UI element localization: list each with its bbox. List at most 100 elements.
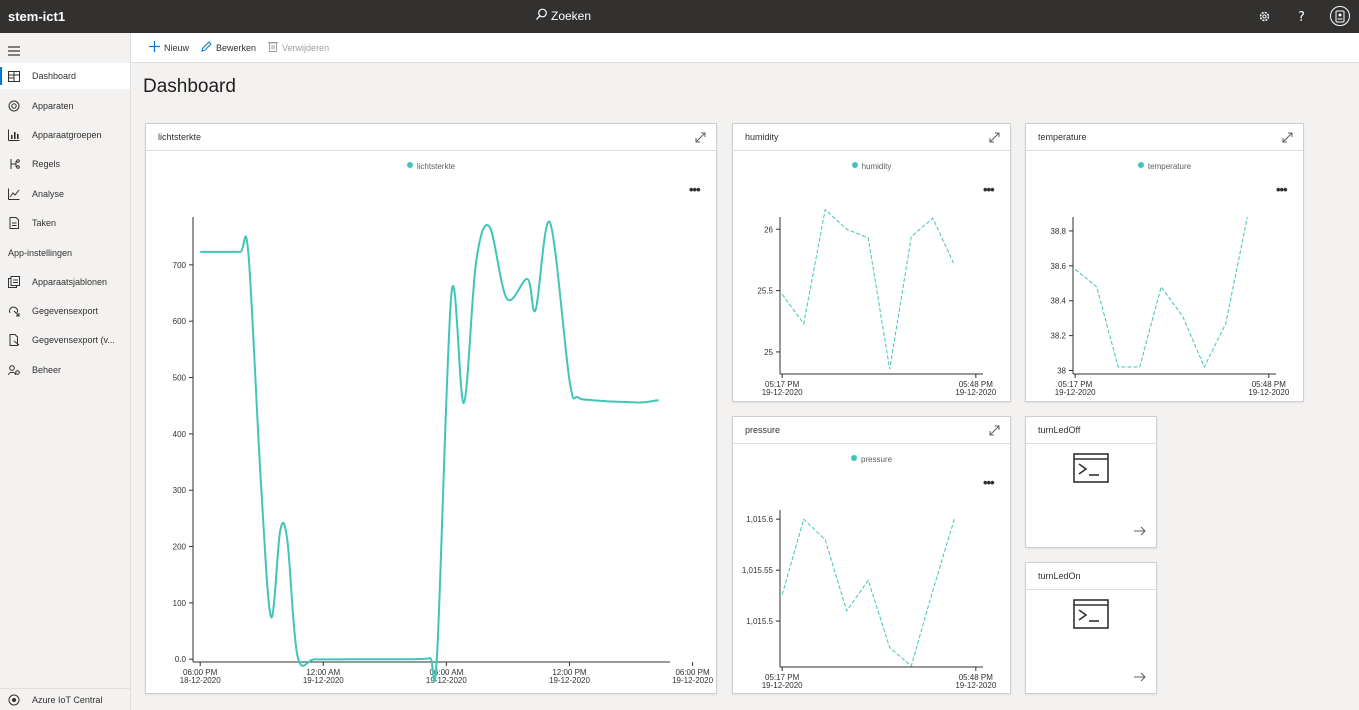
y-tick-label: 26: [764, 225, 773, 234]
command-toolbar: Nieuw Bewerken Verwijderen: [131, 33, 1359, 63]
y-tick-label: 25.5: [757, 287, 773, 296]
tile-title: turnLedOff: [1038, 425, 1081, 435]
x-tick-label: 19-12-2020: [762, 681, 803, 690]
sidebar-item-apparaatsjablonen[interactable]: Apparaatsjablonen: [0, 269, 130, 295]
sidebar-item-label: Regels: [32, 159, 61, 169]
y-tick-label: 0.0: [175, 655, 187, 664]
settings-section-header: App-instellingen: [8, 248, 73, 258]
delete-button[interactable]: Verwijderen: [268, 41, 329, 54]
y-tick-label: 1,015.55: [742, 566, 774, 575]
tile-title: turnLedOn: [1038, 571, 1081, 581]
tile-turnledoff[interactable]: turnLedOff: [1025, 416, 1157, 548]
sidebar-item-gegevensexport[interactable]: Gegevensexport: [0, 298, 130, 324]
x-tick-label: 19-12-2020: [303, 676, 344, 685]
trash-icon: [268, 41, 279, 54]
edit-button-label: Bewerken: [216, 42, 257, 53]
y-tick-label: 38: [1057, 367, 1066, 376]
chart-humidity: 2525.52605:17 PM19-12-202005:48 PM19-12-…: [757, 208, 997, 397]
sidebar-item-beheer[interactable]: Beheer: [0, 357, 130, 383]
top-bar: stem-ict1 Zoeken ?: [0, 0, 1359, 33]
tile-title: pressure: [745, 425, 781, 435]
settings-icon[interactable]: [1253, 5, 1275, 27]
x-tick-label: 19-12-2020: [762, 388, 803, 397]
sidebar-item-regels[interactable]: Regels: [0, 151, 130, 177]
jobs-icon: [7, 216, 21, 230]
search-label: Zoeken: [551, 9, 592, 23]
search-icon: [535, 8, 548, 24]
command-icon: [1073, 599, 1109, 634]
expand-icon[interactable]: [695, 130, 706, 148]
export-icon: [7, 304, 21, 318]
tile-temperature: temperature temperature ••• 38 38.2 38.4 38…: [1025, 123, 1304, 402]
x-tick-label: 19-12-2020: [955, 681, 996, 690]
y-tick-label: 300: [173, 486, 187, 495]
y-tick-label: 38.4: [1050, 297, 1066, 306]
tile-pressure: pressure pressure ••• 1,015.5 1,015.55 1,0…: [732, 416, 1011, 694]
sidebar-item-dashboard[interactable]: Dashboard: [0, 63, 130, 89]
azure-iot-central-icon: [7, 693, 21, 707]
page-title: Dashboard: [143, 76, 236, 97]
sidebar-item-label: Apparaatsjablonen: [32, 277, 108, 287]
y-tick-label: 38.8: [1050, 227, 1066, 236]
new-button-label: Nieuw: [164, 42, 190, 53]
x-tick-label: 19-12-2020: [426, 676, 467, 685]
sidebar-item-apparaten[interactable]: Apparaten: [0, 93, 130, 119]
analytics-icon: [7, 187, 21, 201]
y-tick-label: 100: [173, 599, 187, 608]
series-line-lichtsterkte: [200, 220, 659, 683]
sidebar-item-label: Apparaatgroepen: [32, 130, 102, 140]
tile-humidity: humidity humidity ••• 25 25.5 26 05:17 PM 19…: [732, 123, 1011, 402]
delete-button-label: Verwijderen: [282, 42, 330, 53]
expand-icon[interactable]: [1282, 130, 1293, 148]
x-tick-label: 19-12-2020: [672, 676, 713, 685]
x-tick-label: 18-12-2020: [180, 676, 221, 685]
pencil-icon: [201, 41, 212, 54]
chart-temperature: 3838.238.438.638.805:17 PM19-12-202005:4…: [1050, 216, 1290, 397]
sidebar-item-gegevensexport-legacy[interactable]: Gegevensexport (v...: [0, 327, 130, 353]
run-arrow-icon[interactable]: [1134, 523, 1146, 541]
x-tick-label: 19-12-2020: [549, 676, 590, 685]
search-button[interactable]: Zoeken: [535, 8, 591, 24]
sidebar-item-label: Analyse: [32, 189, 65, 199]
new-button[interactable]: Nieuw: [149, 41, 189, 54]
hamburger-menu-icon[interactable]: [8, 43, 20, 61]
expand-icon[interactable]: [989, 423, 1000, 441]
y-tick-label: 1,015.5: [746, 617, 773, 626]
run-arrow-icon[interactable]: [1134, 669, 1146, 687]
y-tick-label: 38.6: [1050, 262, 1066, 271]
plus-icon: [149, 41, 160, 54]
y-tick-label: 200: [173, 543, 187, 552]
y-tick-label: 600: [173, 317, 187, 326]
x-tick-label: 19-12-2020: [1248, 388, 1289, 397]
sidebar-item-label: Beheer: [32, 365, 62, 375]
y-tick-label: 700: [173, 261, 187, 270]
edit-button[interactable]: Bewerken: [201, 41, 256, 54]
tile-lichtsterkte: lichtsterkte lichtsterkte ••• 0.0 100 200 3…: [145, 123, 717, 694]
azure-iot-central-link[interactable]: Azure IoT Central: [0, 688, 130, 710]
sidebar-item-taken[interactable]: Taken: [0, 210, 130, 236]
device-groups-icon: [7, 128, 21, 142]
sidebar-item-label: Dashboard: [32, 71, 77, 81]
tile-turnledon[interactable]: turnLedOn: [1025, 562, 1157, 694]
help-icon[interactable]: ?: [1291, 5, 1313, 27]
sidebar-bottom-label: Azure IoT Central: [32, 694, 103, 705]
y-tick-label: 1,015.6: [746, 515, 773, 524]
sidebar-item-label: Taken: [32, 218, 57, 228]
expand-icon[interactable]: [989, 130, 1000, 148]
sidebar-item-analyse[interactable]: Analyse: [0, 181, 130, 207]
dashboard-icon: [7, 69, 21, 83]
tile-title: lichtsterkte: [158, 132, 202, 142]
sidebar-item-apparaatgroepen[interactable]: Apparaatgroepen: [0, 122, 130, 148]
devices-icon: [7, 99, 21, 113]
templates-icon: [7, 275, 21, 289]
rules-icon: [7, 157, 21, 171]
y-tick-label: 38.2: [1050, 332, 1066, 341]
tile-title: humidity: [745, 132, 779, 142]
series-line-temperature: [1074, 216, 1248, 369]
user-avatar-icon[interactable]: [1329, 5, 1351, 27]
app-title[interactable]: stem-ict1: [8, 9, 65, 24]
sidebar-item-label: Gegevensexport (v...: [32, 335, 115, 345]
sidebar-item-label: Gegevensexport: [32, 306, 99, 316]
chart-lichtsterkte: 0.010020030040050060070006:00 PM18-12-20…: [173, 217, 714, 685]
sidebar: Dashboard Apparaten Apparaatgroepen Rege…: [0, 33, 131, 710]
